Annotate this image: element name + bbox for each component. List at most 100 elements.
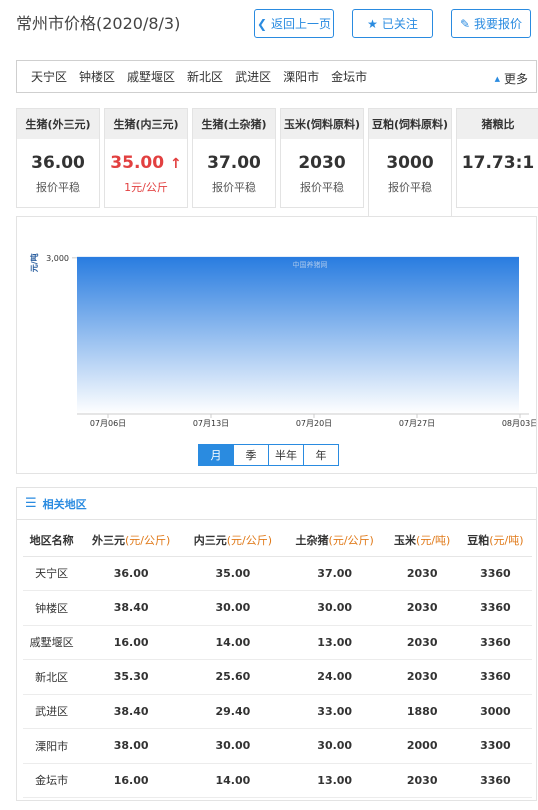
price-cell: 33.00 <box>283 694 386 729</box>
price-card-active[interactable]: 豆粕(饲料原料) 3000 报价平稳 <box>368 108 452 216</box>
card-status: 报价平稳 <box>300 181 344 194</box>
column-header: 内三元(元/公斤) <box>182 525 284 557</box>
related-regions-panel: ☰ 相关地区 地区名称 外三元(元/公斤) 内三元(元/公斤) 土杂猪(元/公斤) 玉米… <box>16 487 537 801</box>
column-name: 豆粕 <box>467 534 490 548</box>
more-label: 更多 <box>503 72 528 86</box>
x-tick-label: 07月27日 <box>399 419 435 428</box>
x-tick-label: 07月13日 <box>193 419 229 428</box>
x-tick-label: 07月20日 <box>296 419 332 428</box>
more-button[interactable]: ▲ 更多 <box>495 70 528 87</box>
area-filter-bar: 天宁区 钟楼区 戚墅堰区 新北区 武进区 溧阳市 金坛市 ▲ 更多 <box>16 60 537 93</box>
region-name[interactable]: 钟楼区 <box>23 590 81 626</box>
region-name[interactable]: 天宁区 <box>23 556 81 591</box>
price-cell: 38.00 <box>80 728 182 764</box>
region-name[interactable]: 武进区 <box>23 694 81 729</box>
column-name: 玉米 <box>394 534 417 548</box>
area-link[interactable]: 溧阳市 <box>283 68 319 85</box>
price-cell: 30.00 <box>283 728 386 764</box>
column-unit: (元/吨) <box>489 534 524 548</box>
price-chart-panel: 元/吨 3,000 中国养猪网 07月06日 07月13日 07月20日 07月27日 08月… <box>16 216 538 474</box>
price-cell: 16.00 <box>80 763 182 798</box>
price-cell: 38.40 <box>80 590 182 626</box>
area-link[interactable]: 武进区 <box>235 68 271 85</box>
price-cell: 2030 <box>385 625 459 660</box>
chevron-left-icon: ❮ <box>256 16 268 31</box>
table-row: 武进区 38.40 29.40 33.00 1880 3000 <box>23 694 532 729</box>
header: 常州市价格(2020/8/3) ❮ 返回上一页 ★ 已关注 ✎ 我要报价 <box>0 0 538 50</box>
report-label: 我要报价 <box>474 17 523 31</box>
region-header: ☰ 相关地区 <box>17 488 536 520</box>
column-name: 内三元 <box>193 534 227 548</box>
tab-year[interactable]: 年 <box>303 444 339 466</box>
list-icon: ☰ <box>25 496 37 511</box>
column-name: 地区名称 <box>29 534 74 548</box>
y-tick-label: 3,000 <box>46 254 69 263</box>
x-tick-label: 08月03日 <box>502 419 536 428</box>
price-cell: 3360 <box>458 625 532 660</box>
column-name: 外三元 <box>91 534 125 548</box>
area-link[interactable]: 金坛市 <box>331 68 367 85</box>
price-cell: 25.60 <box>182 659 284 695</box>
arrow-up-icon: ↑ <box>169 156 182 172</box>
price-card[interactable]: 生猪(土杂猪) 37.00 报价平稳 <box>192 108 276 208</box>
follow-button[interactable]: ★ 已关注 <box>352 9 433 38</box>
tab-quarter[interactable]: 季 <box>233 444 269 466</box>
price-card[interactable]: 猪粮比 17.73:1 <box>456 108 538 208</box>
back-label: 返回上一页 <box>271 17 332 31</box>
region-name[interactable]: 溧阳市 <box>23 728 81 764</box>
price-cell: 29.40 <box>182 694 284 729</box>
area-link[interactable]: 新北区 <box>187 68 223 85</box>
price-cell: 3300 <box>458 728 532 764</box>
table-row: 戚墅堰区 16.00 14.00 13.00 2030 3360 <box>23 625 532 660</box>
table-row: 金坛市 16.00 14.00 13.00 2030 3360 <box>23 763 532 798</box>
price-card[interactable]: 生猪(内三元) 35.00 ↑ 1元/公斤 <box>104 108 188 208</box>
price-cell: 38.40 <box>80 694 182 729</box>
star-icon: ★ <box>367 16 378 31</box>
card-title: 生猪(外三元) <box>17 109 99 139</box>
card-value-wrap: 35.00 ↑ <box>105 153 187 173</box>
area-link[interactable]: 钟楼区 <box>79 68 115 85</box>
tab-month[interactable]: 月 <box>198 444 234 466</box>
region-name[interactable]: 新北区 <box>23 659 81 695</box>
card-status: 报价平稳 <box>212 181 256 194</box>
card-value: 35.00 <box>110 153 165 173</box>
card-title: 玉米(饲料原料) <box>281 109 363 139</box>
column-unit: (元/公斤) <box>226 534 273 548</box>
column-header: 地区名称 <box>23 525 81 557</box>
column-unit: (元/公斤) <box>328 534 374 548</box>
region-name[interactable]: 戚墅堰区 <box>23 625 81 660</box>
area-link[interactable]: 天宁区 <box>31 68 67 85</box>
price-card[interactable]: 生猪(外三元) 36.00 报价平稳 <box>16 108 100 208</box>
price-cell: 35.00 <box>182 556 284 591</box>
card-value: 17.73:1 <box>461 153 535 173</box>
region-name[interactable]: 金坛市 <box>23 763 81 798</box>
column-unit: (元/吨) <box>416 534 451 548</box>
card-title: 猪粮比 <box>457 109 538 139</box>
back-button[interactable]: ❮ 返回上一页 <box>254 9 334 38</box>
price-cell: 2000 <box>385 728 459 764</box>
price-cell: 3360 <box>458 659 532 695</box>
price-chart: 元/吨 3,000 中国养猪网 07月06日 07月13日 07月20日 07月27日 08月… <box>29 253 538 428</box>
table-row: 钟楼区 38.40 30.00 30.00 2030 3360 <box>23 590 532 626</box>
column-unit: (元/公斤) <box>124 534 171 548</box>
column-header: 土杂猪(元/公斤) <box>283 525 386 557</box>
area-link[interactable]: 戚墅堰区 <box>127 68 175 85</box>
page-title: 常州市价格(2020/8/3) <box>16 14 181 33</box>
price-cell: 16.00 <box>80 625 182 660</box>
card-status: 报价平稳 <box>388 181 432 194</box>
chart-watermark: 中国养猪网 <box>293 260 328 269</box>
region-title: 相关地区 <box>42 497 87 511</box>
price-cards: 生猪(外三元) 36.00 报价平稳 生猪(内三元) 35.00 ↑ 1元/公斤… <box>16 108 538 216</box>
card-status: 报价平稳 <box>36 181 80 194</box>
region-table: 地区名称 外三元(元/公斤) 内三元(元/公斤) 土杂猪(元/公斤) 玉米(元/吨) 豆粕… <box>23 525 532 798</box>
price-cell: 13.00 <box>283 763 386 798</box>
price-card[interactable]: 玉米(饲料原料) 2030 报价平稳 <box>280 108 364 208</box>
tab-half-year[interactable]: 半年 <box>268 444 304 466</box>
price-cell: 13.00 <box>283 625 386 660</box>
column-name: 土杂猪 <box>295 534 329 548</box>
card-title: 生猪(土杂猪) <box>193 109 275 139</box>
report-price-button[interactable]: ✎ 我要报价 <box>451 9 531 38</box>
price-cell: 37.00 <box>283 556 386 591</box>
column-header: 外三元(元/公斤) <box>80 525 182 557</box>
price-cell: 2030 <box>385 556 459 591</box>
